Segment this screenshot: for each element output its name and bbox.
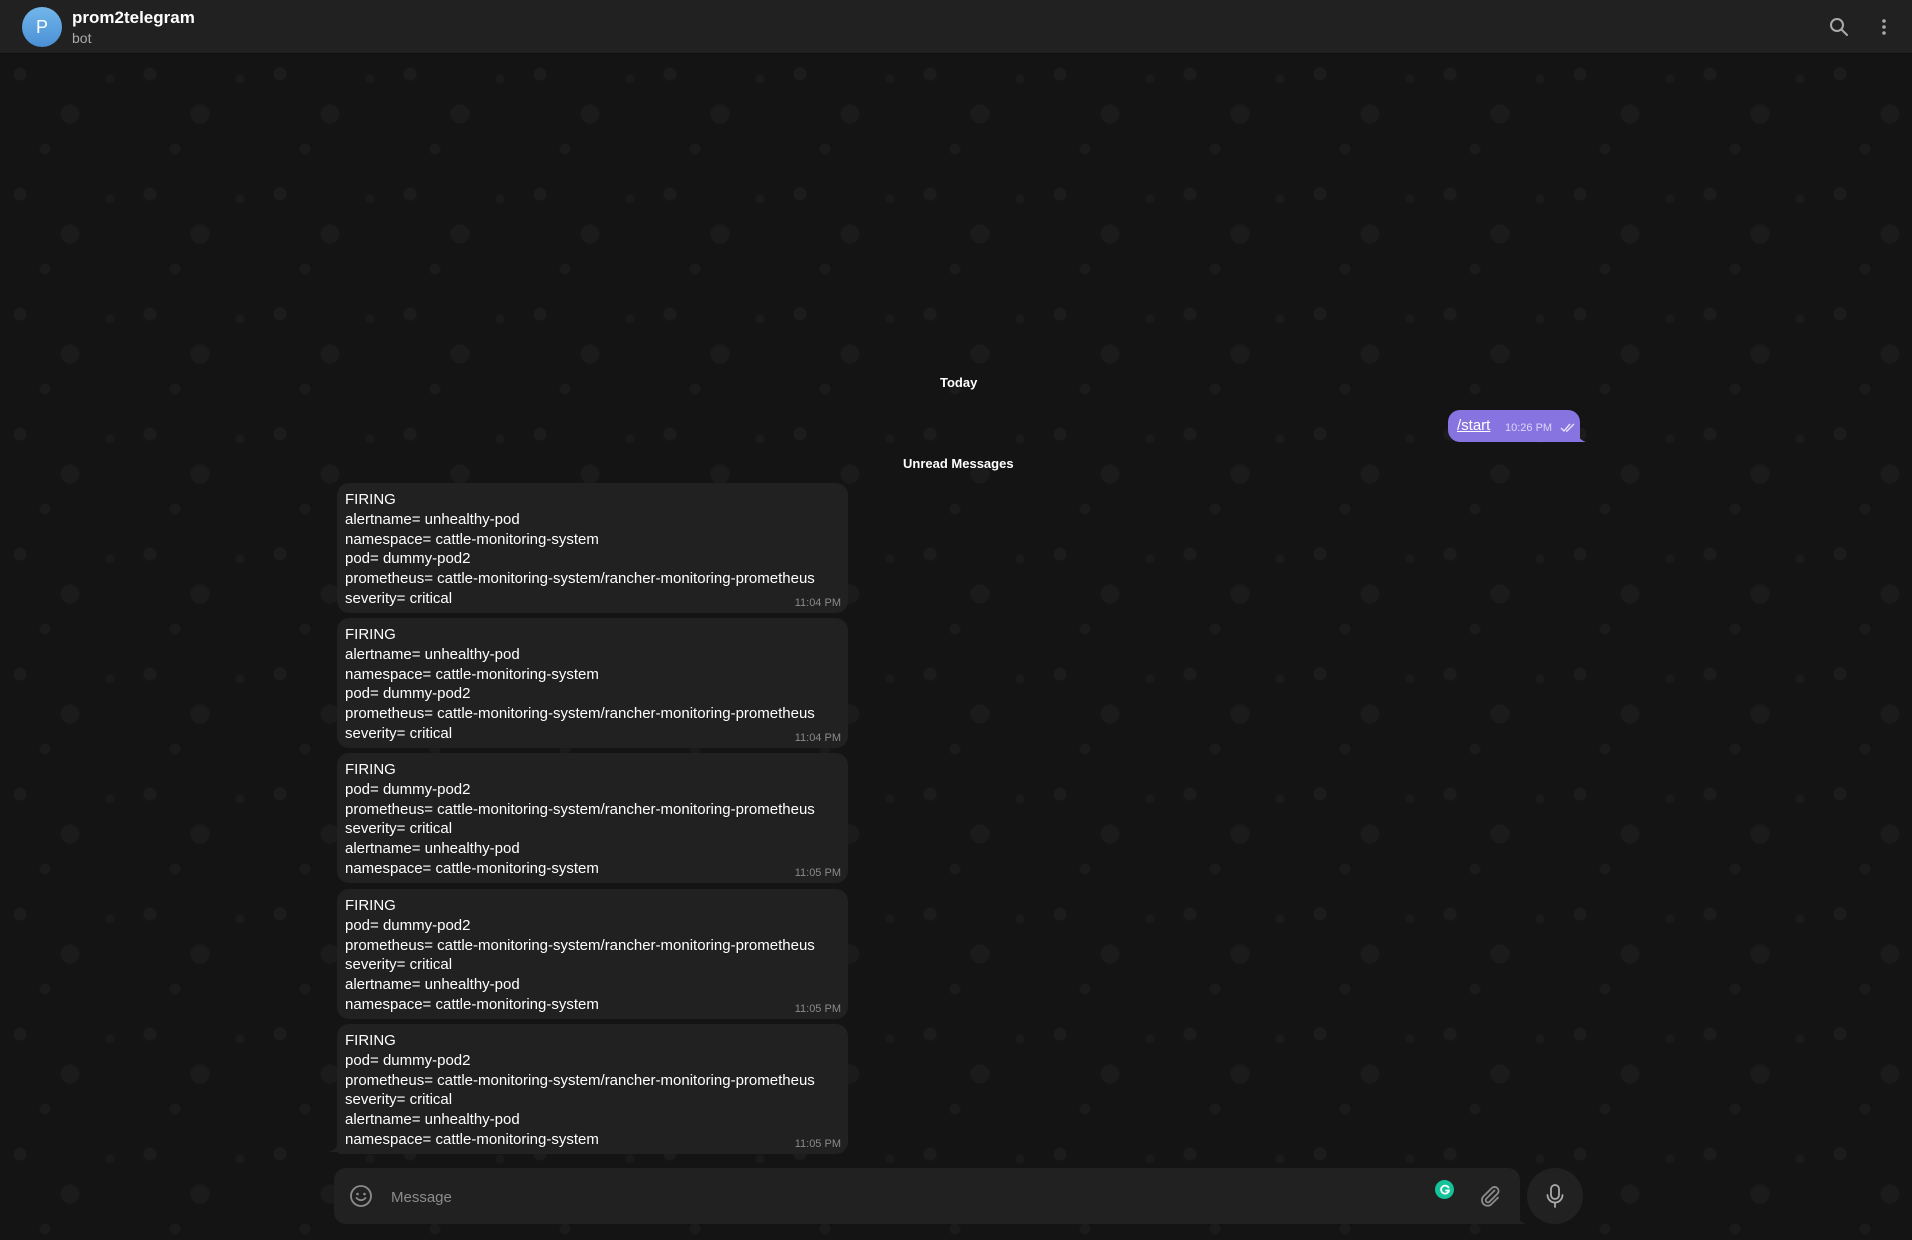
message-line: FIRING <box>345 1032 396 1049</box>
more-vertical-icon[interactable] <box>1871 14 1897 40</box>
read-checks-icon <box>1560 420 1576 438</box>
microphone-button[interactable] <box>1527 1168 1583 1224</box>
message-line: prometheus= cattle-monitoring-system/ran… <box>345 936 815 954</box>
message-line: prometheus= cattle-monitoring-system/ran… <box>345 570 815 588</box>
avatar-letter: P <box>35 16 48 37</box>
message-line: namespace= cattle-monitoring-system <box>345 995 599 1013</box>
outgoing-message[interactable]: /start 10:26 PM <box>1448 410 1580 442</box>
message-line: alertname= unhealthy-pod <box>345 840 520 858</box>
chat-background <box>0 54 1912 1240</box>
message-line: severity= critical <box>345 820 453 838</box>
message-line: alertname= unhealthy-pod <box>345 645 520 663</box>
bubble-tail <box>329 1142 339 1152</box>
chat-subtitle: bot <box>72 30 92 46</box>
message-line: namespace= cattle-monitoring-system <box>345 665 599 683</box>
message-time: 11:05 PM <box>794 867 841 879</box>
message-line: pod= dummy-pod2 <box>345 916 471 934</box>
message-line: alertname= unhealthy-pod <box>345 510 520 528</box>
emoji-icon[interactable] <box>349 1184 373 1213</box>
message-line: pod= dummy-pod2 <box>345 780 471 798</box>
search-icon[interactable] <box>1826 14 1852 40</box>
message-line: pod= dummy-pod2 <box>345 685 471 703</box>
message-time: 11:04 PM <box>794 597 841 609</box>
message-time: 11:04 PM <box>794 732 841 744</box>
incoming-message[interactable]: FIRING alertname= unhealthy-pod namespac… <box>337 618 848 748</box>
message-line: severity= critical <box>345 956 453 974</box>
message-composer <box>334 1168 1520 1224</box>
incoming-message[interactable]: FIRING pod= dummy-pod2 prometheus= cattl… <box>337 1024 848 1154</box>
composer-tail <box>1516 1214 1526 1224</box>
message-line: severity= critical <box>345 589 453 607</box>
message-line: alertname= unhealthy-pod <box>345 976 520 994</box>
chat-header: P prom2telegram bot <box>0 0 1912 54</box>
message-time: 11:05 PM <box>794 1003 841 1015</box>
date-separator: Today <box>940 375 978 390</box>
grammarly-icon[interactable] <box>1435 1180 1454 1199</box>
message-line: alertname= unhealthy-pod <box>345 1111 520 1129</box>
message-line: FIRING <box>345 897 396 914</box>
message-line: FIRING <box>345 491 396 508</box>
message-line: namespace= cattle-monitoring-system <box>345 1130 599 1148</box>
message-input[interactable] <box>389 1182 1453 1212</box>
message-line: prometheus= cattle-monitoring-system/ran… <box>345 705 815 723</box>
message-line: pod= dummy-pod2 <box>345 550 471 568</box>
message-line: namespace= cattle-monitoring-system <box>345 530 599 548</box>
message-line: severity= critical <box>345 724 453 742</box>
message-line: FIRING <box>345 626 396 643</box>
message-line: pod= dummy-pod2 <box>345 1051 471 1069</box>
message-line: FIRING <box>345 761 396 778</box>
chat-title[interactable]: prom2telegram <box>72 8 195 28</box>
avatar[interactable]: P <box>22 7 62 47</box>
message-line: prometheus= cattle-monitoring-system/ran… <box>345 800 815 818</box>
incoming-message[interactable]: FIRING pod= dummy-pod2 prometheus= cattl… <box>337 753 848 883</box>
microphone-icon <box>1546 1184 1564 1208</box>
message-line: severity= critical <box>345 1091 453 1109</box>
message-time: 10:26 PM <box>1505 422 1553 434</box>
message-time: 11:05 PM <box>794 1138 841 1150</box>
message-line: prometheus= cattle-monitoring-system/ran… <box>345 1071 815 1089</box>
bot-command-link[interactable]: /start <box>1457 417 1490 434</box>
message-line: namespace= cattle-monitoring-system <box>345 859 599 877</box>
incoming-message[interactable]: FIRING alertname= unhealthy-pod namespac… <box>337 483 848 613</box>
bubble-tail <box>1576 432 1586 442</box>
paperclip-icon[interactable] <box>1478 1184 1502 1213</box>
unread-separator: Unread Messages <box>903 456 1014 471</box>
incoming-message[interactable]: FIRING pod= dummy-pod2 prometheus= cattl… <box>337 889 848 1019</box>
